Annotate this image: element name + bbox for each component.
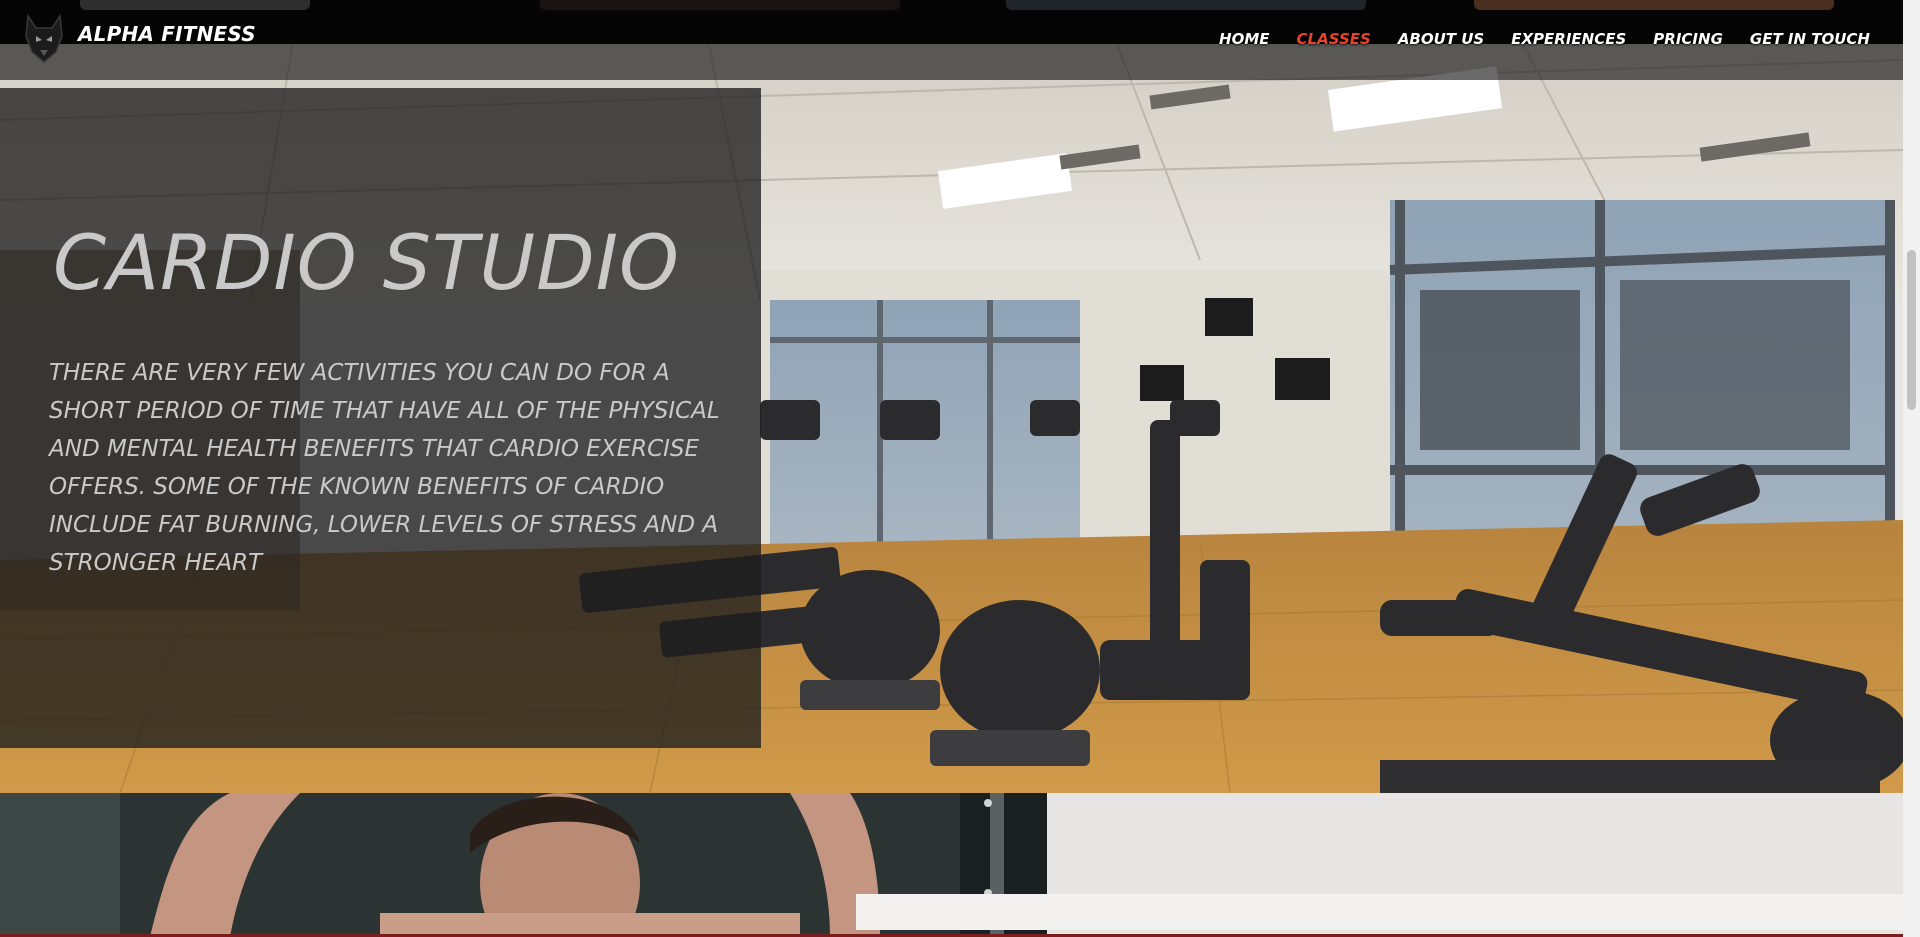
next-section [0,793,1903,937]
page-scrollbar[interactable] [1903,0,1920,937]
wolf-logo-icon[interactable] [22,13,66,64]
hero-text-panel: CARDIO STUDIO THERE ARE VERY FEW ACTIVIT… [0,88,761,748]
nav-classes[interactable]: CLASSES [1297,30,1371,48]
scrollbar-thumb[interactable] [1907,250,1916,410]
hero-title: CARDIO STUDIO [53,218,680,307]
nav-pricing[interactable]: PRICING [1653,30,1723,48]
nav-experiences[interactable]: EXPERIENCES [1511,30,1626,48]
main-nav: HOME CLASSES ABOUT US EXPERIENCES PRICIN… [1219,30,1870,48]
navbar-band [0,44,1903,80]
nav-about-us[interactable]: ABOUT US [1398,30,1484,48]
nav-home[interactable]: HOME [1219,30,1269,48]
navbar: ALPHA FITNESS HOME CLASSES ABOUT US EXPE… [0,0,1903,80]
content-card [856,894,1903,930]
brand-name[interactable]: ALPHA FITNESS [78,22,256,46]
hero-section: CARDIO STUDIO THERE ARE VERY FEW ACTIVIT… [0,0,1903,793]
nav-get-in-touch[interactable]: GET IN TOUCH [1750,30,1870,48]
hero-description: THERE ARE VERY FEW ACTIVITIES YOU CAN DO… [49,360,720,576]
